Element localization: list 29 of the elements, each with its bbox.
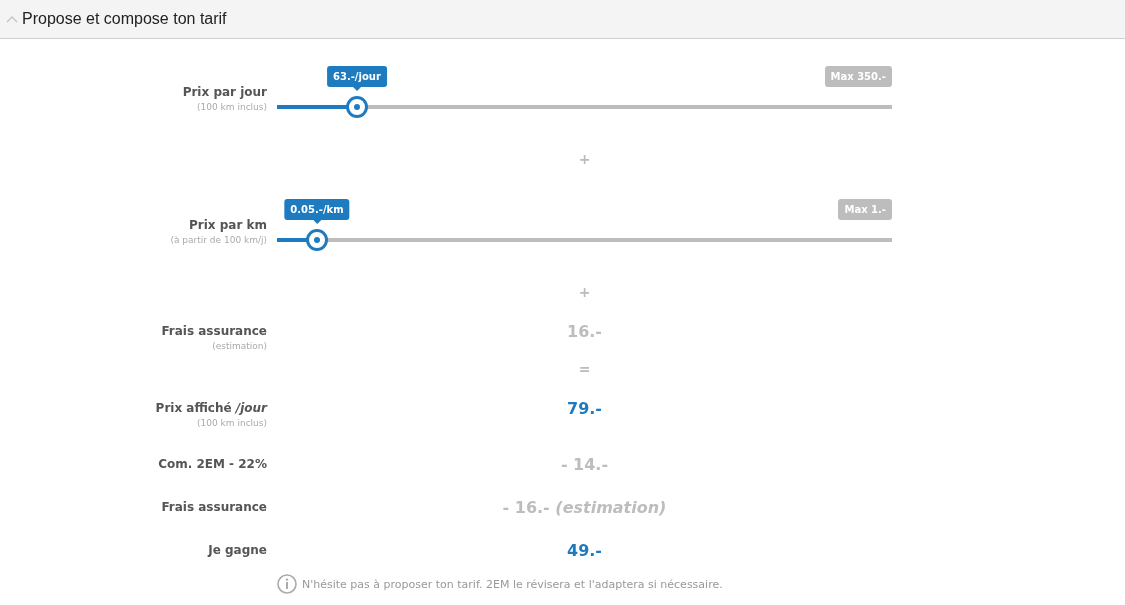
max-badge: Max 1.- (838, 199, 892, 220)
amount: 49.- (567, 542, 602, 560)
field-hint: (à partir de 100 km/j) (170, 234, 267, 247)
info-note: N'hésite pas à proposer ton tarif. 2EM le révisera et l'adaptera si nécessaire. (302, 577, 723, 591)
section-title: Propose et compose ton tarif (22, 10, 227, 28)
field-label: Prix par km (189, 217, 267, 233)
field-hint: (estimation) (212, 340, 267, 353)
slider[interactable] (277, 96, 892, 118)
operator-sign: = (578, 361, 591, 377)
operator-sign: + (578, 151, 591, 167)
amount: - 14.- (560, 456, 609, 474)
info-icon (277, 574, 297, 594)
amount: 16.- (567, 323, 602, 343)
max-badge: Max 350.- (824, 66, 892, 87)
section-header[interactable]: Propose et compose ton tarif (0, 0, 1125, 39)
field-label: Prix affiché /jour (155, 400, 267, 416)
amount: 79.- (567, 400, 602, 420)
amount: - 16.- (estimation) (502, 499, 667, 517)
field-label: Je gagne (208, 542, 267, 558)
slider-thumb[interactable] (305, 229, 328, 251)
field-label: Prix par jour (182, 84, 267, 100)
slider-thumb[interactable] (345, 96, 368, 118)
field-hint: (100 km inclus) (197, 101, 267, 114)
field-label: Frais assurance (161, 499, 267, 515)
field-hint: (100 km inclus) (197, 417, 267, 430)
field-label: Com. 2EM - 22% (158, 456, 267, 472)
field-label: Frais assurance (161, 323, 267, 339)
slider[interactable] (277, 229, 892, 251)
operator-sign: + (578, 284, 591, 300)
